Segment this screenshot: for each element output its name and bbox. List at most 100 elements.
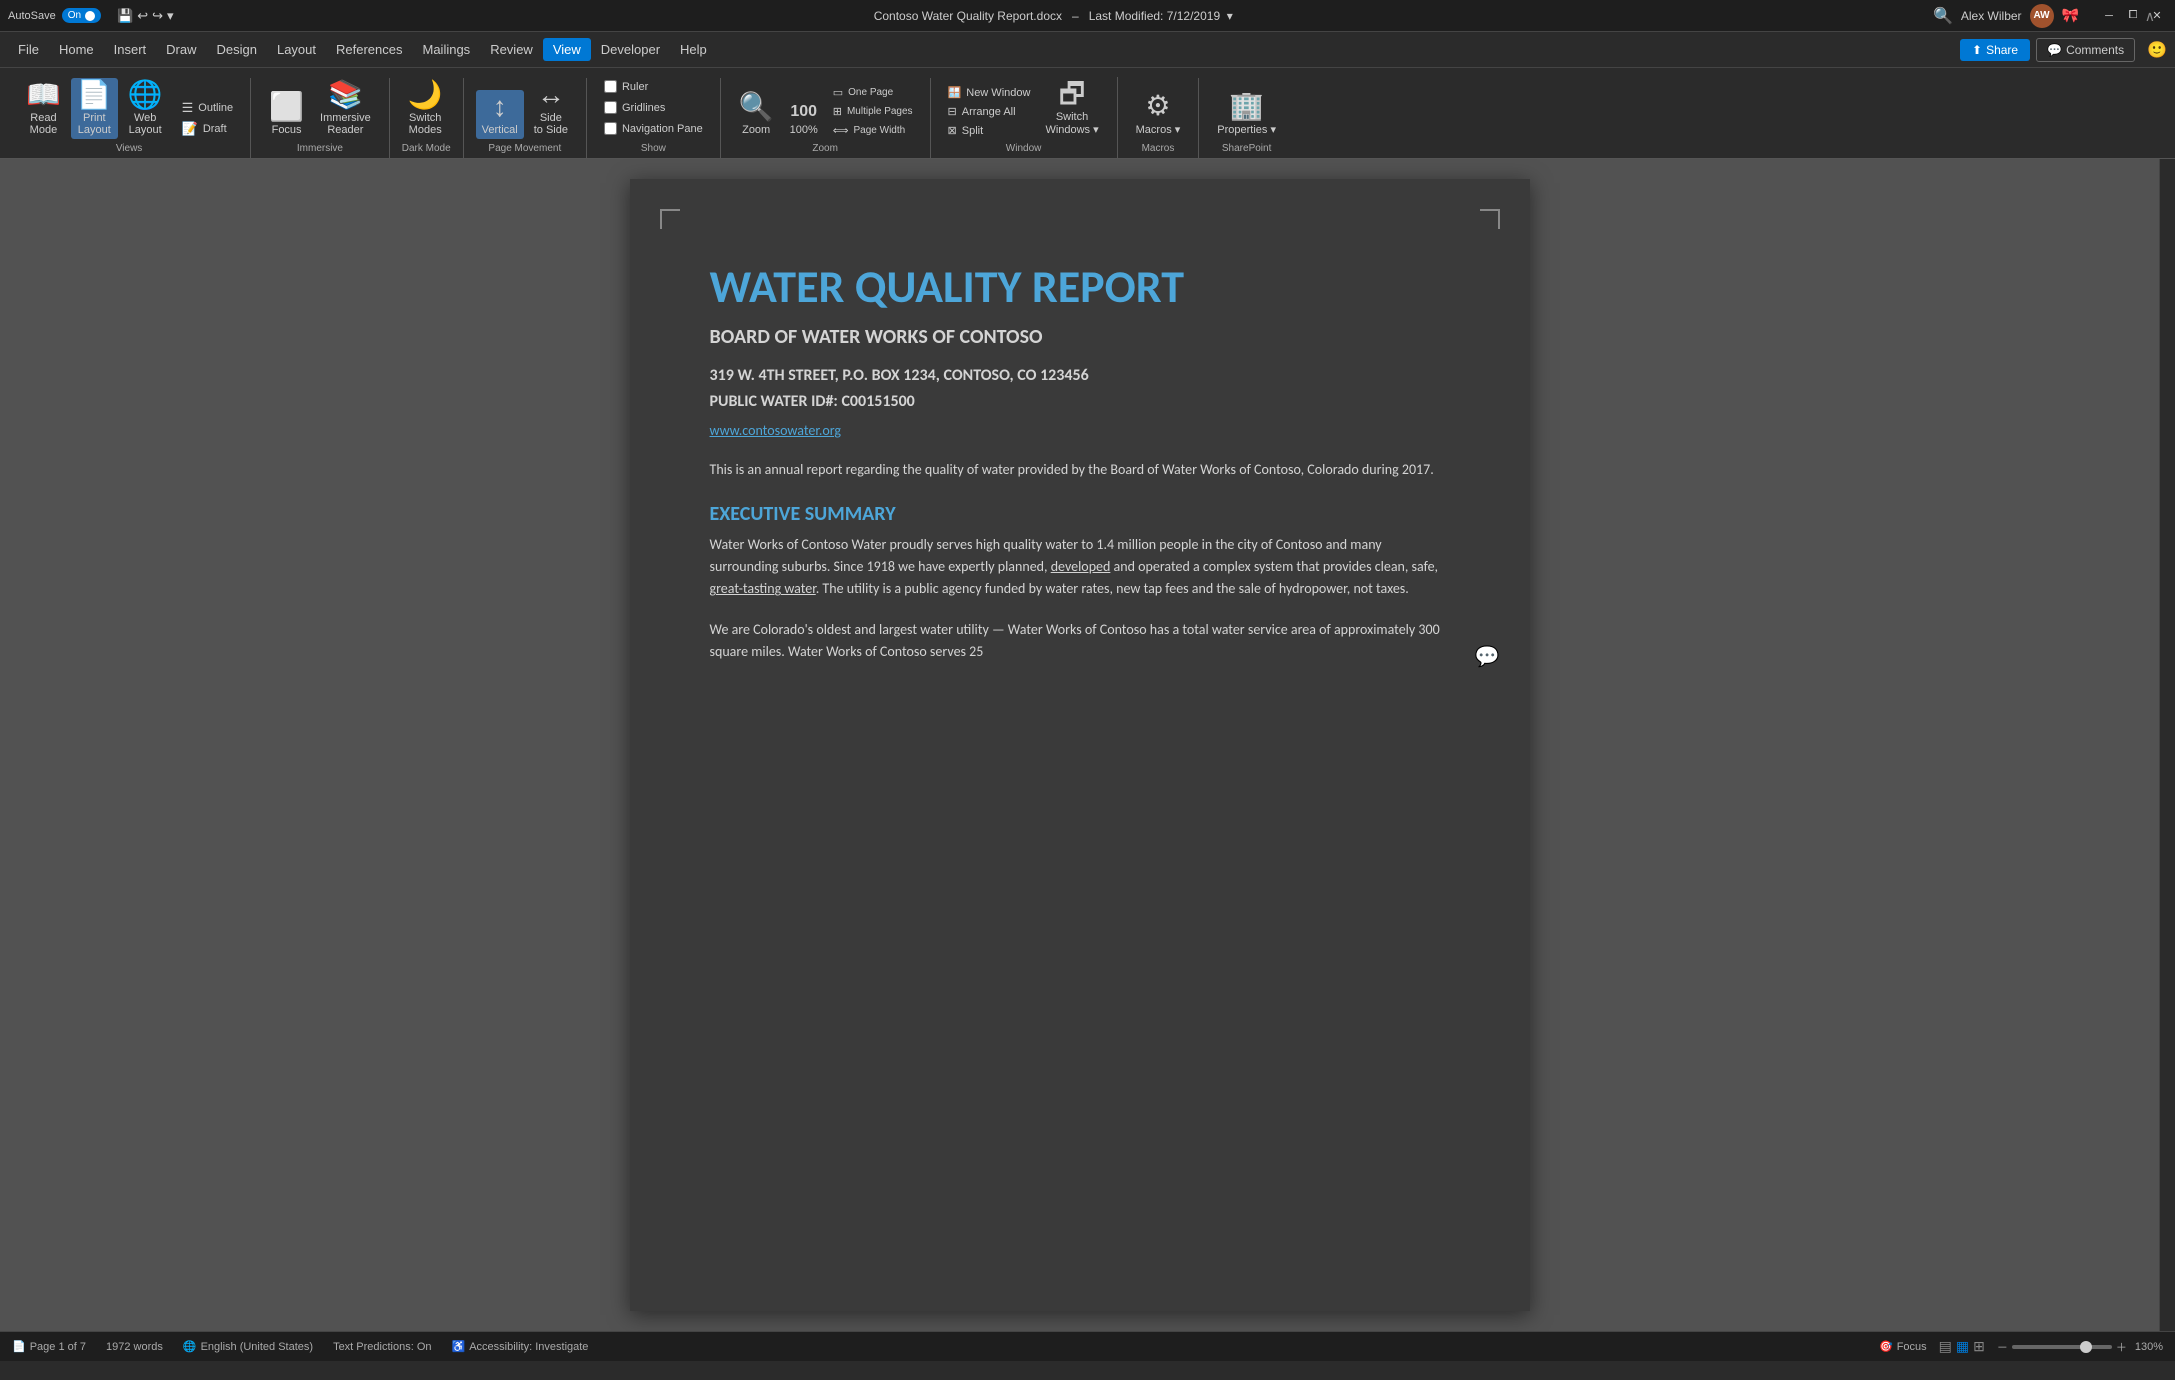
accessibility-icon: ♿ [452, 1340, 466, 1353]
search-icon[interactable]: 🔍 [1933, 6, 1953, 26]
zoom-items: 🔍 Zoom 100 100% ▭ One Page ⊞ Multiple Pa… [733, 78, 918, 139]
gridlines-checkbox-label[interactable]: Gridlines [599, 99, 670, 116]
switch-windows-button[interactable]: 🗗 SwitchWindows ▾ [1039, 77, 1104, 139]
doc-area: WATER QUALITY REPORT BOARD OF WATER WORK… [0, 159, 2175, 1331]
outline-button[interactable]: ☰ Outline [177, 98, 239, 118]
menu-home[interactable]: Home [49, 38, 104, 61]
menu-review[interactable]: Review [480, 38, 543, 61]
zoom-in-icon[interactable]: ＋ [2116, 1339, 2127, 1355]
ruler-checkbox[interactable] [604, 80, 617, 93]
outline-icon: ☰ [182, 100, 194, 116]
menu-insert[interactable]: Insert [104, 38, 157, 61]
page-icon: 📄 [12, 1340, 26, 1353]
menu-references[interactable]: References [326, 38, 412, 61]
scrollbar-right[interactable] [2159, 159, 2175, 1331]
navpane-checkbox-label[interactable]: Navigation Pane [599, 120, 708, 137]
zoom-100-button[interactable]: 100 100% [784, 100, 824, 139]
window-controls: ─ ⧠ ✕ [2099, 6, 2167, 26]
ribbon-icon[interactable]: 🎀 [2062, 7, 2079, 24]
page-width-button[interactable]: ⟺ Page Width [828, 122, 918, 139]
web-layout-icon: 🌐 [128, 81, 163, 109]
arrange-all-icon: ⊟ [948, 105, 957, 118]
outline-draft-column: ☰ Outline 📝 Draft [177, 98, 239, 139]
last-modified-dropdown-icon[interactable]: ▾ [1227, 9, 1233, 23]
multiple-pages-icon: ⊞ [833, 105, 842, 118]
comment-bubble[interactable]: 💬 [1475, 641, 1500, 673]
sharepoint-label: SharePoint [1211, 143, 1282, 154]
darkmode-label: Dark Mode [402, 143, 451, 154]
menu-developer[interactable]: Developer [591, 38, 670, 61]
zoom-button[interactable]: 🔍 Zoom [733, 90, 780, 139]
web-layout-button[interactable]: 🌐 WebLayout [122, 78, 169, 139]
zoom-controls: ▭ One Page ⊞ Multiple Pages ⟺ Page Width [828, 84, 918, 139]
language: English (United States) [201, 1341, 314, 1353]
menu-layout[interactable]: Layout [267, 38, 326, 61]
split-button[interactable]: ⊠ Split [943, 122, 1036, 139]
focus-button[interactable]: 🎯 Focus [1879, 1340, 1927, 1353]
menu-design[interactable]: Design [207, 38, 267, 61]
show-items: Ruler Gridlines Navigation Pane [599, 78, 708, 139]
new-window-button[interactable]: 🪟 New Window [943, 84, 1036, 101]
title-right: 🔍 Alex Wilber AW 🎀 ─ ⧠ ✕ [1933, 4, 2167, 28]
gridlines-checkbox[interactable] [604, 101, 617, 114]
navpane-checkbox[interactable] [604, 122, 617, 135]
ribbon: 📖 ReadMode 📄 PrintLayout 🌐 WebLayout ☰ O… [0, 68, 2175, 159]
menu-right: ⬆ Share 💬 Comments 🙂 [1960, 38, 2167, 62]
side-to-side-icon: ↔ [537, 81, 565, 109]
focus-icon: 🎯 [1879, 1340, 1893, 1353]
page-info-item: 📄 Page 1 of 7 [12, 1340, 86, 1353]
views-label: Views [20, 143, 238, 154]
immersive-reader-button[interactable]: 📚 ImmersiveReader [314, 78, 377, 139]
zoom-100-icon: 100 [790, 103, 817, 121]
comments-icon: 💬 [2047, 43, 2062, 57]
document-page: WATER QUALITY REPORT BOARD OF WATER WORK… [630, 179, 1530, 1311]
view-mode-single[interactable]: ▤ [1939, 1338, 1952, 1355]
save-icon[interactable]: 💾 [117, 8, 133, 24]
view-mode-print[interactable]: ▦ [1956, 1338, 1969, 1355]
ribbon-collapse-button[interactable]: ∧ [2145, 8, 2155, 25]
focus-icon: ⬜ [269, 93, 304, 121]
executive-summary-p1: Water Works of Contoso Water proudly ser… [710, 534, 1450, 601]
macros-button[interactable]: ⚙ Macros ▾ [1130, 89, 1187, 139]
menu-mailings[interactable]: Mailings [413, 38, 481, 61]
redo-icon[interactable]: ↪ [152, 8, 163, 24]
draft-button[interactable]: 📝 Draft [177, 119, 239, 139]
autosave-toggle[interactable]: On [62, 8, 101, 23]
view-mode-web[interactable]: ⊞ [1973, 1338, 1985, 1355]
focus-button[interactable]: ⬜ Focus [263, 90, 310, 139]
arrange-all-button[interactable]: ⊟ Arrange All [943, 103, 1036, 120]
text-predictions: Text Predictions: On [333, 1341, 431, 1353]
switch-modes-button[interactable]: 🌙 SwitchModes [402, 78, 449, 139]
restore-button[interactable]: ⧠ [2123, 6, 2143, 26]
ribbon-group-macros: ⚙ Macros ▾ Macros [1118, 78, 1200, 158]
print-layout-button[interactable]: 📄 PrintLayout [71, 78, 118, 139]
zoom-out-icon[interactable]: － [1997, 1339, 2008, 1355]
menu-draw[interactable]: Draw [156, 38, 206, 61]
accessibility: Accessibility: Investigate [469, 1341, 588, 1353]
accessibility-item[interactable]: ♿ Accessibility: Investigate [452, 1340, 589, 1353]
doc-intro: This is an annual report regarding the q… [710, 459, 1450, 481]
focus-label: Focus [1897, 1341, 1927, 1353]
menu-file[interactable]: File [8, 38, 49, 61]
menu-view[interactable]: View [543, 38, 591, 61]
zoom-slider[interactable] [2012, 1345, 2112, 1349]
autosave-area: AutoSave On [8, 8, 101, 23]
share-button[interactable]: ⬆ Share [1960, 39, 2030, 61]
menu-help[interactable]: Help [670, 38, 717, 61]
one-page-button[interactable]: ▭ One Page [828, 84, 918, 101]
minimize-button[interactable]: ─ [2099, 6, 2119, 26]
address-line2: PUBLIC WATER ID#: C00151500 [710, 389, 1450, 415]
doc-website-link[interactable]: www.contosowater.org [710, 422, 1450, 439]
comments-button[interactable]: 💬 Comments [2036, 38, 2135, 62]
undo-icon[interactable]: ↩ [137, 8, 148, 24]
user-avatar: AW [2030, 4, 2054, 28]
feedback-icon[interactable]: 🙂 [2147, 40, 2167, 60]
read-mode-button[interactable]: 📖 ReadMode [20, 78, 67, 139]
vertical-button[interactable]: ↕ Vertical [476, 90, 524, 139]
doc-scroll[interactable]: WATER QUALITY REPORT BOARD OF WATER WORK… [0, 159, 2159, 1331]
properties-button[interactable]: 🏢 Properties ▾ [1211, 89, 1282, 139]
ruler-checkbox-label[interactable]: Ruler [599, 78, 653, 95]
side-to-side-button[interactable]: ↔ Sideto Side [528, 78, 574, 139]
ribbon-group-views: 📖 ReadMode 📄 PrintLayout 🌐 WebLayout ☰ O… [8, 78, 251, 158]
multiple-pages-button[interactable]: ⊞ Multiple Pages [828, 103, 918, 120]
